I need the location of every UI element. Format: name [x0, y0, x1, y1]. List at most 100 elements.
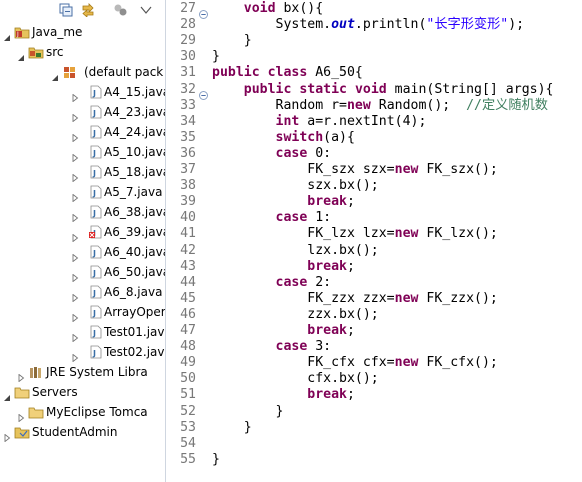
tree-item[interactable]: J Test01.java — [0, 322, 165, 343]
collapse-all-icon[interactable] — [58, 2, 74, 18]
collapsed-arrow-icon[interactable] — [71, 348, 79, 363]
tree-item[interactable]: J A6_38.java — [0, 202, 165, 223]
tree-item[interactable]: J A6_40.java — [0, 242, 165, 263]
collapsed-arrow-icon[interactable] — [71, 208, 79, 223]
code-line[interactable]: case 3: — [212, 339, 332, 355]
view-menu-chevron-icon[interactable] — [138, 2, 154, 18]
link-with-editor-icon[interactable] — [80, 2, 96, 18]
tree-item[interactable]: J A6_50.java — [0, 262, 165, 283]
tree-item[interactable]: J A6_8.java — [0, 282, 165, 303]
code-token: (a){ — [323, 129, 355, 145]
code-line[interactable]: int a=r.nextInt(4); — [212, 114, 427, 130]
tree-item[interactable]: J Test02.java — [0, 342, 165, 363]
collapsed-arrow-icon[interactable] — [71, 308, 79, 323]
tree-item[interactable]: Servers — [0, 382, 165, 402]
code-line[interactable]: } — [212, 404, 284, 420]
code-token: zzx.bx(); — [212, 306, 379, 322]
tree-item[interactable]: J A4_23.java — [0, 102, 165, 123]
code-token: System. — [212, 17, 332, 33]
tree-item[interactable]: J A5_10.java — [0, 142, 165, 163]
code-line[interactable]: break; — [212, 259, 355, 275]
code-line[interactable]: cfx.bx(); — [212, 371, 378, 387]
line-number: 37 — [180, 162, 196, 177]
tree-item[interactable]: J Java_me — [0, 22, 165, 42]
collapsed-arrow-icon[interactable] — [17, 408, 25, 423]
code-line[interactable]: zzx.bx(); — [212, 306, 379, 323]
code-token: case — [275, 210, 308, 226]
fold-collapse-icon[interactable] — [199, 85, 208, 100]
tree-item[interactable]: MyEclipse Tomca — [0, 402, 165, 423]
tree-item-label: A6_39.java — [104, 225, 165, 239]
code-line[interactable]: FK_szx szx=new FK_szx(); — [212, 162, 498, 178]
tree-item[interactable]: J A4_24.java — [0, 122, 165, 143]
tree-item[interactable]: J A5_18.java — [0, 162, 165, 183]
code-line[interactable]: } — [212, 49, 220, 65]
tree-item-label: Java_me — [32, 25, 83, 39]
focus-icon[interactable] — [112, 2, 128, 18]
code-area[interactable]: void bx(){ System.out.println("长字形变形"); … — [212, 0, 582, 482]
code-line[interactable]: case 1: — [212, 210, 332, 226]
code-line[interactable]: break; — [212, 387, 355, 403]
tree-item[interactable]: StudentAdmin — [0, 422, 165, 443]
java-file-icon: J — [88, 185, 104, 199]
fold-collapse-icon[interactable] — [199, 4, 208, 19]
code-line[interactable]: FK_cfx cfx=new FK_cfx(); — [212, 355, 498, 371]
tree-item[interactable]: JRE System Libra — [0, 362, 165, 383]
line-number: 45 — [180, 290, 196, 306]
code-line[interactable]: public static void main(String[] args){ — [212, 81, 554, 98]
code-line[interactable]: lzx.bx(); — [212, 243, 378, 259]
code-line[interactable]: FK_zzx zzx=new FK_zzx(); — [212, 291, 498, 307]
code-line[interactable]: switch(a){ — [212, 130, 355, 146]
expanded-arrow-icon[interactable] — [51, 68, 59, 81]
code-editor[interactable]: 27 28 29 30 31 32 33 34 35 36 37 38 39 40 41 42 43 44 45 46… — [166, 0, 582, 482]
collapsed-arrow-icon[interactable] — [71, 288, 79, 303]
line-number: 30 — [180, 49, 196, 65]
tree-item[interactable]: J A5_7.java — [0, 182, 165, 203]
code-token: 3: — [307, 339, 332, 355]
collapsed-arrow-icon[interactable] — [71, 188, 79, 203]
expanded-arrow-icon[interactable] — [17, 48, 25, 61]
tree-item-label: Test02.java — [104, 345, 165, 359]
code-token: FK_lzx(); — [418, 226, 498, 242]
code-line[interactable]: System.out.println("长字形变形"); — [212, 17, 525, 33]
code-line[interactable]: szx.bx(); — [212, 178, 378, 194]
tree-item[interactable]: J ArrayOper — [0, 302, 165, 323]
code-line[interactable]: Random r=new Random(); //定义随机数 — [212, 98, 548, 114]
code-line[interactable]: void bx(){ — [212, 1, 323, 17]
tree-item[interactable]: JA6_39.java — [0, 222, 165, 243]
code-line[interactable]: public class A6_50{ — [212, 65, 363, 81]
code-line[interactable]: FK_lzx lzx=new FK_lzx(); — [212, 226, 498, 242]
svg-text:J: J — [92, 129, 96, 138]
collapsed-arrow-icon[interactable] — [71, 148, 79, 163]
collapsed-arrow-icon[interactable] — [71, 108, 79, 123]
code-line[interactable]: break; — [212, 323, 355, 339]
collapsed-arrow-icon[interactable] — [71, 88, 79, 103]
code-line[interactable]: case 0: — [212, 146, 332, 162]
collapsed-arrow-icon[interactable] — [71, 268, 79, 283]
code-line[interactable]: break; — [212, 194, 355, 210]
collapsed-arrow-icon[interactable] — [3, 428, 11, 443]
code-line[interactable]: case 2: — [212, 274, 332, 291]
collapsed-arrow-icon[interactable] — [71, 168, 79, 183]
expanded-arrow-icon[interactable] — [3, 388, 11, 401]
svg-text:J: J — [16, 31, 19, 38]
collapsed-arrow-icon[interactable] — [71, 328, 79, 343]
expanded-arrow-icon[interactable] — [3, 28, 11, 41]
collapsed-arrow-icon[interactable] — [71, 128, 79, 143]
collapsed-arrow-icon[interactable] — [17, 368, 25, 383]
code-line[interactable]: } — [212, 420, 252, 436]
code-line[interactable]: } — [212, 33, 252, 49]
code-token: ; — [346, 323, 355, 338]
svg-text:J: J — [92, 289, 96, 298]
collapsed-arrow-icon[interactable] — [71, 248, 79, 263]
code-token: case — [275, 274, 308, 290]
collapsed-arrow-icon[interactable] — [71, 228, 79, 243]
tree-item[interactable]: src — [0, 42, 165, 62]
tree-item[interactable]: J A4_15.java — [0, 82, 165, 103]
code-line[interactable]: } — [212, 452, 220, 468]
code-token: public — [243, 81, 292, 97]
tree-item[interactable]: (default pack — [0, 62, 165, 82]
